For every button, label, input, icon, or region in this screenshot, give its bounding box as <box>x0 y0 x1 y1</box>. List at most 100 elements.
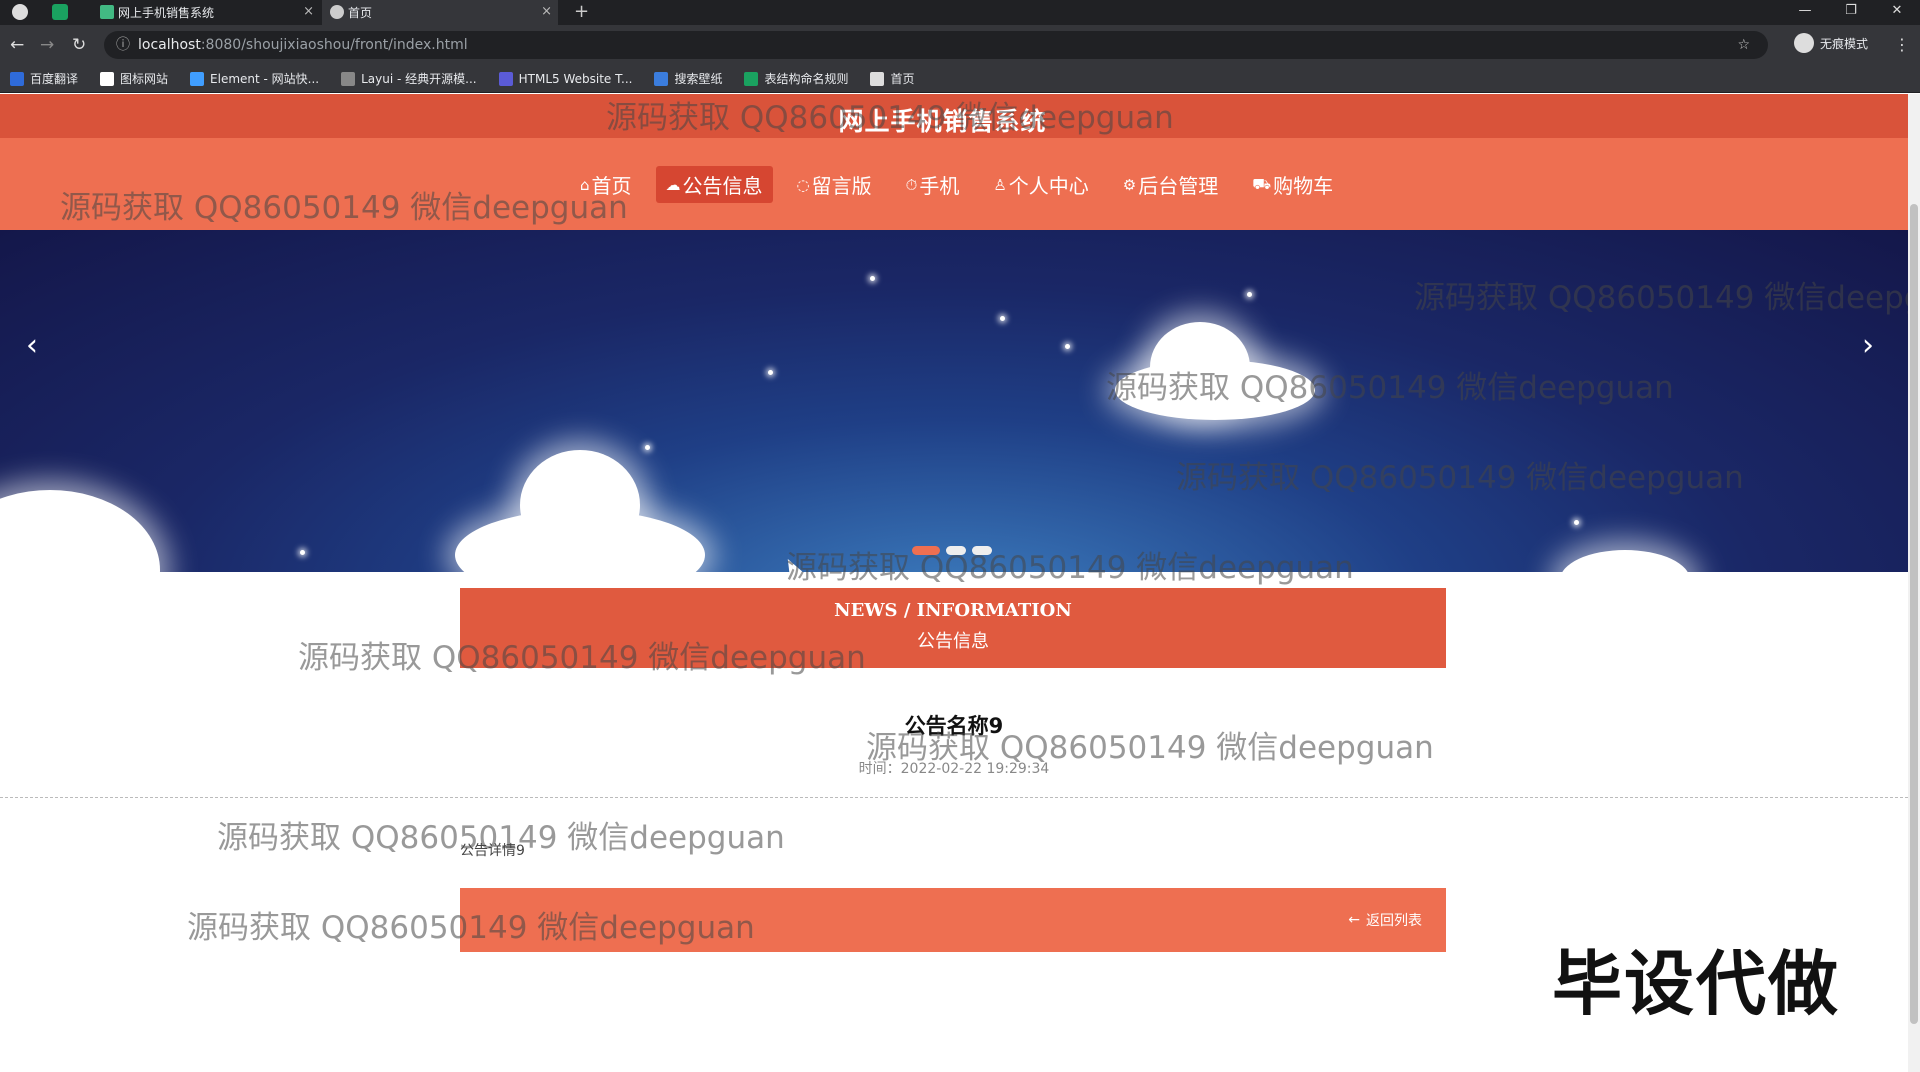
carousel-dot[interactable] <box>946 546 966 555</box>
star-dot <box>1247 292 1252 297</box>
news-header-zh: 公告信息 <box>917 631 989 652</box>
bookmark-item[interactable]: 百度翻译 <box>10 70 78 87</box>
nav-label: 购物车 <box>1273 174 1334 198</box>
back-label: 返回列表 <box>1366 913 1422 929</box>
notice-detail: 公告详情9 <box>460 843 525 859</box>
cloud-shape <box>520 450 640 560</box>
nav-item[interactable]: ♙ 个人中心 <box>983 166 1098 203</box>
minimize-button[interactable]: — <box>1782 0 1828 25</box>
bookmark-label: 百度翻译 <box>30 72 79 86</box>
time-value: 2022-02-22 19:29:34 <box>900 761 1050 777</box>
restore-button[interactable]: ❐ <box>1828 0 1874 25</box>
bookmark-label: 搜索壁纸 <box>674 72 723 86</box>
bookmark-favicon-icon <box>870 71 885 86</box>
star-dot <box>300 550 305 555</box>
site-header: 网上手机销售系统 <box>0 94 1908 138</box>
bookmark-item[interactable]: HTML5 Website T... <box>498 71 633 86</box>
bookmark-label: Layui - 经典开源模... <box>361 72 477 86</box>
nav-label: 首页 <box>591 174 632 198</box>
notice-title: 公告名称9 <box>904 714 1004 738</box>
bookmark-item[interactable]: Element - 网站快... <box>190 70 319 87</box>
star-dot <box>1574 520 1579 525</box>
bookmark-item[interactable]: 首页 <box>870 70 915 87</box>
page-scrollbar[interactable] <box>1908 94 1920 1072</box>
bookmark-label: 首页 <box>890 72 915 86</box>
bookmark-item[interactable]: Layui - 经典开源模... <box>341 70 477 87</box>
nav-item[interactable]: ◌ 留言版 <box>787 166 882 203</box>
bookmark-label: Element - 网站快... <box>210 72 320 86</box>
globe-favicon-icon <box>330 5 344 19</box>
mouse-cursor-icon <box>781 555 803 572</box>
bookmark-favicon-icon <box>190 71 205 86</box>
divider <box>0 797 1908 798</box>
bookmark-item[interactable]: 表结构命名规则 <box>744 70 848 87</box>
star-dot <box>1065 344 1070 349</box>
carousel-dot[interactable] <box>912 546 940 555</box>
tab-home[interactable]: 首页 × <box>322 0 558 25</box>
nav-item[interactable]: ☁ 公告信息 <box>655 166 773 203</box>
star-dot <box>768 370 773 375</box>
back-arrow-icon: ← <box>1348 912 1360 928</box>
profile-label: 无痕模式 <box>1820 36 1869 51</box>
star-dot <box>1000 316 1005 321</box>
nav-icon: ⏱ <box>905 175 918 194</box>
pinned-sheet-icon[interactable] <box>52 4 68 20</box>
window-controls: — ❐ ✕ <box>1782 0 1920 25</box>
web-page: 网上手机销售系统 ⌂ 首页 ☁ 公告信息 ◌ 留言版 ⏱ 手机 ♙ 个人中心 ⚙ 后台管理 ⛟ 购物车 ‹… <box>0 94 1908 1072</box>
carousel-dot[interactable] <box>972 546 992 555</box>
bookmark-item[interactable]: 搜索壁纸 <box>654 70 722 87</box>
address-toolbar: ← → ↻ ⓘ localhost:8080/shoujixiaoshou/fr… <box>0 25 1920 65</box>
nav-label: 个人中心 <box>1008 174 1089 198</box>
nav-item[interactable]: ⚙ 后台管理 <box>1113 166 1228 203</box>
tab-site[interactable]: 网上手机销售系统 × <box>92 0 320 25</box>
nav-icon: ◌ <box>796 175 810 194</box>
nav-label: 手机 <box>919 174 960 198</box>
tab-close-icon[interactable]: × <box>541 4 552 19</box>
cloud-shape <box>1150 322 1250 412</box>
cloud-shape <box>0 490 160 572</box>
close-window-button[interactable]: ✕ <box>1874 0 1920 25</box>
bookmark-label: 表结构命名规则 <box>764 72 849 86</box>
site-title: 网上手机销售系统 <box>838 107 1047 136</box>
browser-tabbar: 网上手机销售系统 × 首页 × + — ❐ ✕ <box>0 0 1920 25</box>
time-label: 时间： <box>858 761 901 777</box>
browser-menu-icon[interactable]: ⋮ <box>1894 35 1910 54</box>
bookmark-favicon-icon <box>100 71 115 86</box>
bookmark-item[interactable]: 图标网站 <box>100 70 168 87</box>
url-input[interactable]: ⓘ localhost:8080/shoujixiaoshou/front/in… <box>104 31 1768 59</box>
nav-item[interactable]: ⛟ 购物车 <box>1242 166 1343 203</box>
nav-icon: ⛟ <box>1252 174 1272 193</box>
bookmarks-bar: 百度翻译 图标网站 Element - 网站快... Layui - 经典开源模...… <box>0 65 1920 93</box>
scrollbar-thumb[interactable] <box>1910 204 1918 1024</box>
back-to-list-link[interactable]: ← 返回列表 <box>1348 910 1422 930</box>
vue-favicon-icon <box>100 5 114 19</box>
bookmark-label: 图标网站 <box>120 72 169 86</box>
nav-icon: ♙ <box>993 175 1007 194</box>
nav-label: 公告信息 <box>682 174 763 198</box>
pinned-tab-icon[interactable] <box>12 4 28 20</box>
bookmark-star-icon[interactable]: ☆ <box>1737 31 1750 59</box>
back-arrow-icon[interactable]: ← <box>10 35 24 55</box>
bookmark-favicon-icon <box>341 71 356 86</box>
carousel-banner[interactable]: ‹ › <box>0 230 1908 572</box>
incognito-profile[interactable]: 无痕模式 <box>1794 33 1868 53</box>
info-icon[interactable]: ⓘ <box>116 31 130 59</box>
forward-arrow-icon[interactable]: → <box>40 35 54 55</box>
carousel-next-arrow-icon[interactable]: › <box>1862 328 1874 363</box>
nav-item[interactable]: ⌂ 首页 <box>570 166 642 203</box>
carousel-prev-arrow-icon[interactable]: ‹ <box>26 328 38 363</box>
news-section-header: NEWS / INFORMATION 公告信息 <box>460 588 1446 668</box>
nav-icon: ⌂ <box>580 175 590 194</box>
new-tab-button[interactable]: + <box>574 1 589 22</box>
tab-title: 首页 <box>348 6 373 20</box>
tab-close-icon[interactable]: × <box>303 4 314 19</box>
bookmark-label: HTML5 Website T... <box>518 71 633 86</box>
reload-icon[interactable]: ↻ <box>72 35 86 55</box>
nav-item[interactable]: ⏱ 手机 <box>896 166 970 203</box>
incognito-icon <box>1794 33 1814 53</box>
url-path: :8080/shoujixiaoshou/front/index.html <box>200 37 468 53</box>
star-dot <box>870 276 875 281</box>
bookmark-favicon-icon <box>498 71 513 86</box>
notice-time: 时间：2022-02-22 19:29:34 <box>0 758 1908 778</box>
news-header-en: NEWS / INFORMATION <box>834 600 1072 621</box>
